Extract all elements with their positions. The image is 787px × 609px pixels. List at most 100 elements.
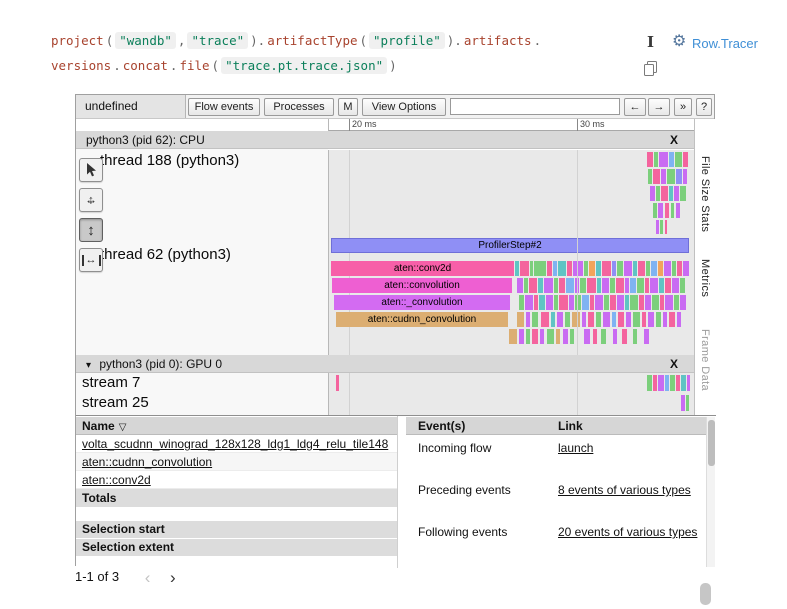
text-cursor-icon[interactable]: I xyxy=(647,33,654,51)
slice-aten-convolution[interactable]: aten::convolution xyxy=(332,278,512,293)
trace-slice[interactable] xyxy=(660,220,663,234)
trace-slice[interactable] xyxy=(534,295,538,310)
trace-slice[interactable] xyxy=(651,261,657,276)
trace-slice[interactable] xyxy=(674,295,679,310)
track-name[interactable]: stream 7 xyxy=(82,374,140,391)
trace-slice[interactable] xyxy=(661,169,666,184)
trace-slice[interactable] xyxy=(680,278,685,293)
trace-slice[interactable] xyxy=(534,261,546,276)
trace-slice[interactable] xyxy=(595,295,603,310)
trace-slice[interactable] xyxy=(669,186,673,201)
trace-slice[interactable] xyxy=(683,261,689,276)
trace-slice[interactable] xyxy=(618,312,624,327)
trace-slice[interactable] xyxy=(658,261,663,276)
trace-slice[interactable] xyxy=(612,261,616,276)
trace-slice[interactable] xyxy=(687,375,690,391)
trace-slice[interactable] xyxy=(524,278,528,293)
trace-slice[interactable] xyxy=(647,152,653,167)
trace-slice[interactable] xyxy=(665,375,669,391)
trace-slice[interactable] xyxy=(674,186,679,201)
trace-slice[interactable] xyxy=(525,295,533,310)
trace-slice[interactable] xyxy=(575,278,579,293)
trace-slice[interactable] xyxy=(656,220,659,234)
trace-slice[interactable] xyxy=(633,261,637,276)
slice-name-link[interactable]: aten::cudnn_convolution xyxy=(82,455,212,469)
trace-slice[interactable] xyxy=(617,261,623,276)
trace-slice[interactable] xyxy=(637,278,644,293)
nav-forward-button[interactable]: → xyxy=(648,98,670,116)
trace-slice[interactable] xyxy=(622,329,627,344)
trace-slice[interactable] xyxy=(644,329,649,344)
trace-slice[interactable] xyxy=(683,152,688,167)
trace-slice[interactable] xyxy=(680,295,686,310)
trace-slice[interactable] xyxy=(567,261,572,276)
trace-slice[interactable] xyxy=(653,375,657,391)
trace-slice[interactable] xyxy=(625,295,629,310)
trace-slice[interactable] xyxy=(652,295,659,310)
trace-slice[interactable] xyxy=(658,203,663,218)
trace-slice[interactable] xyxy=(661,186,668,201)
trace-slice[interactable] xyxy=(582,312,586,327)
trace-slice[interactable] xyxy=(590,295,594,310)
slice-aten-conv2d[interactable]: aten::conv2d xyxy=(331,261,514,276)
trace-slice[interactable] xyxy=(565,312,570,327)
trace-slice[interactable] xyxy=(630,278,636,293)
trace-slice[interactable] xyxy=(676,203,680,218)
trace-slice[interactable] xyxy=(596,312,601,327)
trace-slice[interactable] xyxy=(672,278,679,293)
panel-type-link[interactable]: Row.Tracer xyxy=(692,36,758,51)
trace-slice[interactable] xyxy=(530,261,533,276)
trace-slice[interactable] xyxy=(580,278,586,293)
trace-slice[interactable] xyxy=(639,295,644,310)
help-button[interactable]: ? xyxy=(696,98,712,116)
trace-slice[interactable] xyxy=(658,375,664,391)
trace-slice[interactable] xyxy=(610,278,615,293)
trace-slice[interactable] xyxy=(573,261,583,276)
trace-slice[interactable] xyxy=(653,169,660,184)
pagination-next-button[interactable]: › xyxy=(170,568,176,587)
trace-slice[interactable] xyxy=(519,295,524,310)
trace-slice[interactable] xyxy=(517,278,523,293)
nav-back-button[interactable]: ← xyxy=(624,98,646,116)
trace-slice[interactable] xyxy=(686,395,689,411)
trace-slice[interactable] xyxy=(648,312,654,327)
trace-slice[interactable] xyxy=(532,312,538,327)
trace-slice[interactable] xyxy=(610,295,616,310)
trace-slice[interactable] xyxy=(633,312,640,327)
trace-slice[interactable] xyxy=(617,295,624,310)
trace-slice[interactable] xyxy=(624,261,632,276)
trace-slice[interactable] xyxy=(520,261,529,276)
trace-slice[interactable] xyxy=(554,295,558,310)
trace-slice[interactable] xyxy=(557,312,563,327)
trace-slice[interactable] xyxy=(654,152,658,167)
trace-slice[interactable] xyxy=(677,312,681,327)
trace-slice[interactable] xyxy=(659,152,668,167)
trace-slice[interactable] xyxy=(645,278,649,293)
trace-slice[interactable] xyxy=(647,375,652,391)
trace-slice[interactable] xyxy=(667,169,675,184)
toolbar-button-view-options[interactable]: View Options xyxy=(362,98,446,116)
trace-slice[interactable] xyxy=(540,329,544,344)
trace-slice[interactable] xyxy=(601,329,606,344)
copy-icon[interactable] xyxy=(643,60,658,82)
trace-slice[interactable] xyxy=(677,261,682,276)
trace-slice[interactable] xyxy=(659,278,664,293)
event-link[interactable]: 20 events of various types xyxy=(558,524,697,540)
trace-slice[interactable] xyxy=(593,329,597,344)
zoom-tool-button[interactable]: ↕ xyxy=(79,218,103,242)
trace-slice[interactable] xyxy=(532,329,538,344)
trace-slice[interactable] xyxy=(570,329,574,344)
trace-slice[interactable] xyxy=(681,395,685,411)
trace-slice[interactable] xyxy=(509,329,517,344)
trace-search-input[interactable] xyxy=(450,98,620,115)
section-header-cpu[interactable]: python3 (pid 62): CPU X xyxy=(76,131,694,149)
trace-slice[interactable] xyxy=(588,312,594,327)
trace-slice[interactable] xyxy=(650,186,655,201)
trace-slice[interactable] xyxy=(554,278,558,293)
close-section-button[interactable]: X xyxy=(670,355,678,373)
trace-slice[interactable] xyxy=(529,278,537,293)
trace-slice[interactable] xyxy=(589,261,595,276)
trace-slice[interactable] xyxy=(625,278,629,293)
section-header-gpu[interactable]: ▾ python3 (pid 0): GPU 0 X xyxy=(76,355,694,373)
slice-name-link[interactable]: volta_scudnn_winograd_128x128_ldg1_ldg4_… xyxy=(82,437,388,451)
